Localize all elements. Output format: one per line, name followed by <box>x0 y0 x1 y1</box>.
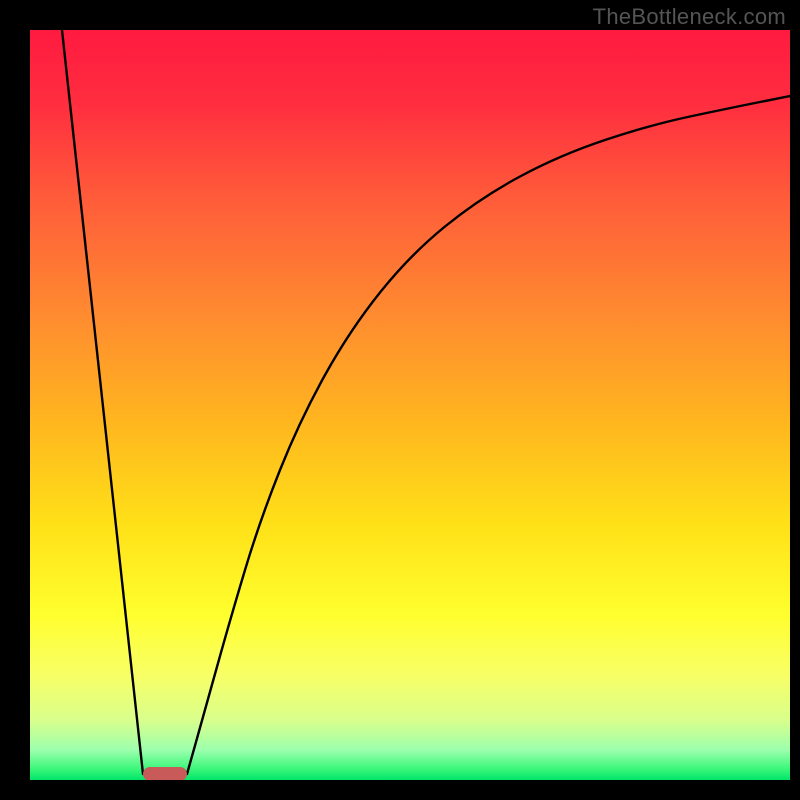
plot-area <box>30 30 790 780</box>
watermark-text: TheBottleneck.com <box>593 4 786 30</box>
optimal-marker <box>143 767 187 780</box>
bottleneck-curve <box>30 30 790 780</box>
chart-frame: TheBottleneck.com <box>0 0 800 800</box>
